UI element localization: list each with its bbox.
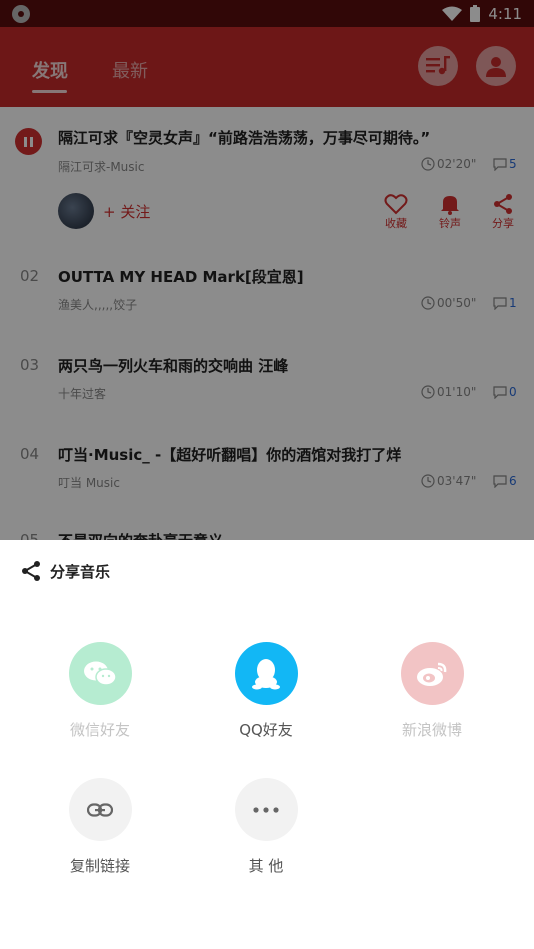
share-option-label: QQ好友 xyxy=(239,721,293,739)
more-icon xyxy=(234,778,298,841)
share-sheet: 分享音乐 微信好友 QQ好友 新浪微博 复制链接 其 他 xyxy=(0,540,534,949)
share-weibo-button[interactable]: 新浪微博 xyxy=(372,642,492,740)
share-sheet-title: 分享音乐 xyxy=(50,562,111,581)
weibo-icon xyxy=(400,642,464,705)
share-option-label: 微信好友 xyxy=(69,721,130,739)
share-wechat-button[interactable]: 微信好友 xyxy=(40,642,160,740)
share-option-label: 其 他 xyxy=(248,857,284,875)
share-option-label: 新浪微博 xyxy=(401,721,462,739)
wechat-icon xyxy=(68,642,132,705)
qq-icon xyxy=(234,642,298,705)
share-qq-button[interactable]: QQ好友 xyxy=(206,642,326,740)
modal-backdrop[interactable] xyxy=(0,0,534,540)
share-icon xyxy=(22,561,40,581)
share-option-label: 复制链接 xyxy=(69,857,130,875)
share-more-button[interactable]: 其 他 xyxy=(206,778,326,876)
share-sheet-header: 分享音乐 xyxy=(20,560,110,582)
link-icon xyxy=(68,778,132,841)
copy-link-button[interactable]: 复制链接 xyxy=(40,778,160,876)
